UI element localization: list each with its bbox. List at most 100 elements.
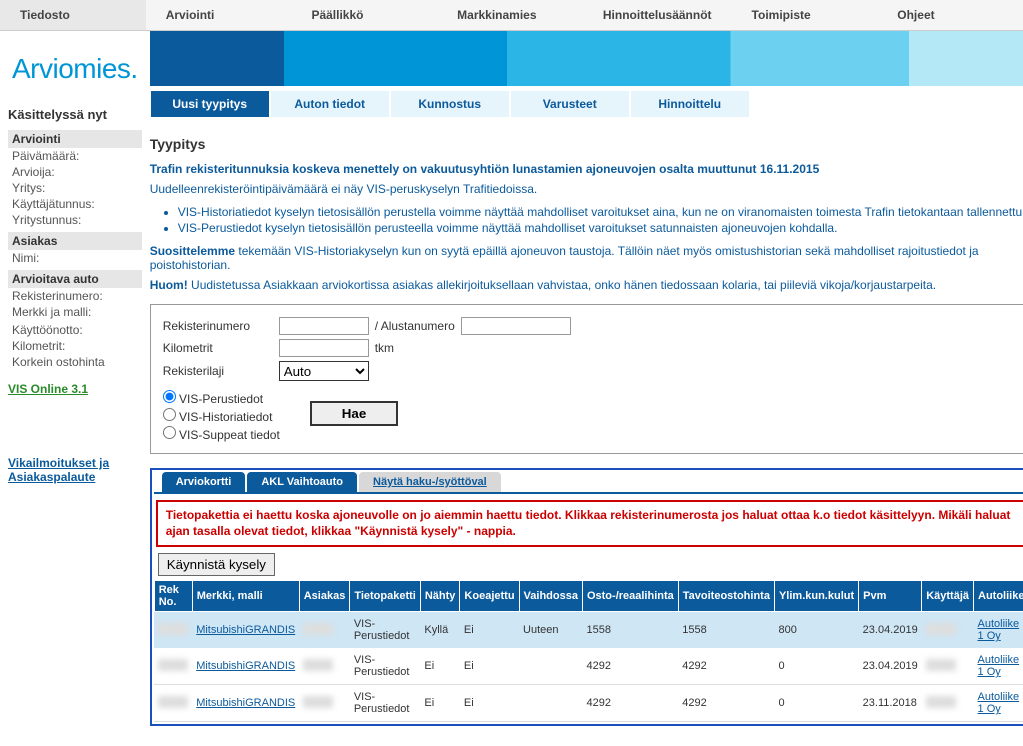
cell-seen: Ei bbox=[420, 648, 460, 685]
sidebar-title: Käsittelyssä nyt bbox=[8, 103, 142, 126]
type-label: Rekisterilaji bbox=[163, 364, 273, 378]
field-rekisterinumero: Rekisterinumero: bbox=[8, 288, 142, 304]
th-osto[interactable]: Osto-/reaalihinta bbox=[582, 581, 678, 612]
sidebar: Arviomies. Käsittelyssä nyt Arviointi Pä… bbox=[0, 31, 150, 746]
th-merkki[interactable]: Merkki, malli bbox=[192, 581, 299, 612]
cell-seen: Ei bbox=[420, 685, 460, 722]
subtab-akl[interactable]: AKL Vaihtoauto bbox=[247, 472, 357, 492]
menu-tiedosto[interactable]: Tiedosto bbox=[0, 0, 146, 30]
notice-rereg: Uudelleenrekisteröintipäivämäärä ei näy … bbox=[150, 182, 1023, 204]
vis-radio-group: VIS-Perustiedot VIS-Historiatiedot VIS-S… bbox=[163, 383, 280, 443]
type-select[interactable]: Auto bbox=[279, 361, 369, 381]
menu-paallikko[interactable]: Päällikkö bbox=[291, 0, 437, 30]
th-kayttaja[interactable]: Käyttäjä bbox=[922, 581, 974, 612]
cell-dealer[interactable]: Autoliike 1 Oy bbox=[978, 691, 1020, 715]
field-kilometrit: Kilometrit: bbox=[8, 338, 142, 354]
km-unit: tkm bbox=[375, 341, 394, 355]
feedback-link[interactable]: Vikailmoitukset ja Asiakaspalaute bbox=[8, 456, 109, 484]
cell-make[interactable]: MitsubishiGRANDIS bbox=[196, 624, 295, 636]
th-autoliike[interactable]: Autoliike bbox=[974, 581, 1023, 612]
results-body: MitsubishiGRANDIS VIS-Perustiedot Kyllä … bbox=[154, 612, 1023, 722]
chassis-input[interactable] bbox=[461, 317, 571, 335]
reg-label: Rekisterinumero bbox=[163, 319, 273, 333]
cell-cust bbox=[303, 659, 333, 671]
cell-date: 23.04.2019 bbox=[859, 648, 922, 685]
tab-uusi-tyypitys[interactable]: Uusi tyypitys bbox=[150, 90, 270, 118]
radio-suppeat[interactable]: VIS-Suppeat tiedot bbox=[163, 425, 280, 443]
cell-trade bbox=[519, 648, 582, 685]
th-tietopaketti[interactable]: Tietopaketti bbox=[350, 581, 421, 612]
km-input[interactable] bbox=[279, 339, 369, 357]
tab-varusteet[interactable]: Varusteet bbox=[510, 90, 630, 118]
results-table: Rek No. Merkki, malli Asiakas Tietopaket… bbox=[154, 580, 1023, 722]
search-form: Rekisterinumero / Alustanumero Kilometri… bbox=[150, 304, 1023, 454]
th-koeajettu[interactable]: Koeajettu bbox=[460, 581, 519, 612]
th-rek[interactable]: Rek No. bbox=[154, 581, 192, 612]
cell-buy: 1558 bbox=[582, 612, 678, 649]
tab-auton-tiedot[interactable]: Auton tiedot bbox=[270, 90, 390, 118]
kaynnista-kysely-button[interactable]: Käynnistä kysely bbox=[158, 553, 275, 576]
cell-cust bbox=[303, 623, 333, 635]
table-row[interactable]: MitsubishiGRANDIS VIS-Perustiedot Ei Ei … bbox=[154, 648, 1023, 685]
cell-user bbox=[926, 623, 956, 635]
cell-extra: 0 bbox=[774, 648, 858, 685]
cell-dealer[interactable]: Autoliike 1 Oy bbox=[978, 654, 1020, 678]
cell-test: Ei bbox=[460, 648, 519, 685]
menu-markkinamies[interactable]: Markkinamies bbox=[437, 0, 583, 30]
table-row[interactable]: MitsubishiGRANDIS VIS-Perustiedot Kyllä … bbox=[154, 612, 1023, 649]
th-nahty[interactable]: Nähty bbox=[420, 581, 460, 612]
menu-arviointi[interactable]: Arviointi bbox=[146, 0, 292, 30]
th-tavoite[interactable]: Tavoiteostohinta bbox=[678, 581, 774, 612]
tab-kunnostus[interactable]: Kunnostus bbox=[390, 90, 510, 118]
cell-dealer[interactable]: Autoliike 1 Oy bbox=[978, 618, 1020, 642]
cell-pkg: VIS-Perustiedot bbox=[350, 612, 421, 649]
cell-make[interactable]: MitsubishiGRANDIS bbox=[196, 660, 295, 672]
cell-seen: Kyllä bbox=[420, 612, 460, 649]
tab-hinnoittelu[interactable]: Hinnoittelu bbox=[630, 90, 750, 118]
field-ostohinta: Korkein ostohinta bbox=[8, 354, 142, 370]
table-row[interactable]: MitsubishiGRANDIS VIS-Perustiedot Ei Ei … bbox=[154, 685, 1023, 722]
chassis-label: / Alustanumero bbox=[375, 319, 455, 333]
cell-target: 4292 bbox=[678, 648, 774, 685]
field-merkki: Merkki ja malli: bbox=[8, 304, 142, 320]
field-arvioija: Arvioija: bbox=[8, 164, 142, 180]
huom-notice: Huom! Uudistetussa Asiakkaan arviokortis… bbox=[150, 278, 1023, 304]
cell-reg[interactable] bbox=[158, 623, 188, 635]
subtab-nayta-haku[interactable]: Näytä haku-/syöttöval bbox=[359, 472, 501, 492]
vis-online-link[interactable]: VIS Online 3.1 bbox=[8, 370, 142, 396]
field-yritystunnus: Yritystunnus: bbox=[8, 212, 142, 228]
field-paivamaara: Päivämäärä: bbox=[8, 148, 142, 164]
sidebar-section-asiakas: Asiakas bbox=[8, 232, 142, 250]
cell-target: 4292 bbox=[678, 685, 774, 722]
menu-toimipiste[interactable]: Toimipiste bbox=[732, 0, 878, 30]
cell-date: 23.11.2018 bbox=[859, 685, 922, 722]
cell-make[interactable]: MitsubishiGRANDIS bbox=[196, 697, 295, 709]
menu-ohjeet[interactable]: Ohjeet bbox=[877, 0, 1023, 30]
menu-hinnoittelusaannot[interactable]: Hinnoittelusäännöt bbox=[583, 0, 732, 30]
cell-date: 23.04.2019 bbox=[859, 612, 922, 649]
logo: Arviomies. bbox=[8, 41, 142, 103]
km-label: Kilometrit bbox=[163, 341, 273, 355]
field-kayttoonotto: Käyttöönotto: bbox=[8, 322, 142, 338]
subtabs: Arviokortti AKL Vaihtoauto Näytä haku-/s… bbox=[154, 472, 1023, 494]
cell-cust bbox=[303, 696, 333, 708]
notice-trafi: Trafin rekisteritunnuksia koskeva menett… bbox=[150, 162, 1023, 182]
cell-test: Ei bbox=[460, 612, 519, 649]
th-vaihdossa[interactable]: Vaihdossa bbox=[519, 581, 582, 612]
cell-reg[interactable] bbox=[158, 696, 188, 708]
th-asiakas[interactable]: Asiakas bbox=[299, 581, 350, 612]
th-ylim[interactable]: Ylim.kun.kulut bbox=[774, 581, 858, 612]
radio-historiatiedot[interactable]: VIS-Historiatiedot bbox=[163, 407, 280, 425]
cell-extra: 0 bbox=[774, 685, 858, 722]
sidebar-section-arviointi: Arviointi bbox=[8, 130, 142, 148]
radio-perustiedot[interactable]: VIS-Perustiedot bbox=[163, 389, 280, 407]
cell-reg[interactable] bbox=[158, 659, 188, 671]
hae-button[interactable]: Hae bbox=[310, 401, 398, 426]
th-pvm[interactable]: Pvm bbox=[859, 581, 922, 612]
reg-input[interactable] bbox=[279, 317, 369, 335]
cell-extra: 800 bbox=[774, 612, 858, 649]
cell-buy: 4292 bbox=[582, 685, 678, 722]
recommendation: Suosittelemme tekemään VIS-Historiakysel… bbox=[150, 244, 1023, 278]
field-nimi: Nimi: bbox=[8, 250, 142, 266]
subtab-arviokortti[interactable]: Arviokortti bbox=[162, 472, 246, 492]
